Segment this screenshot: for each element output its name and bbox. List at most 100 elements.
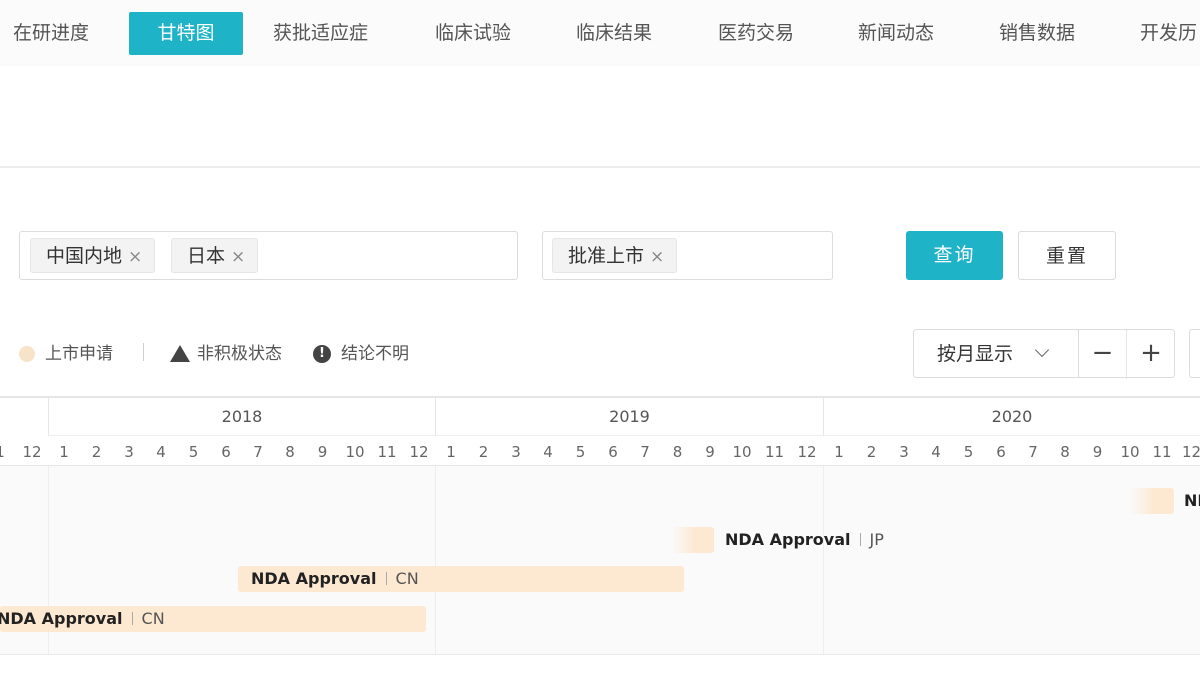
month-header: 10 xyxy=(1120,443,1140,461)
month-header: 9 xyxy=(317,443,328,461)
region-multiselect[interactable]: 中国内地 × 日本 × xyxy=(19,231,518,280)
month-header: 9 xyxy=(705,443,715,461)
gantt-bar[interactable] xyxy=(1130,488,1174,514)
month-header: 8 xyxy=(672,443,683,461)
month-header: 3 xyxy=(511,443,521,461)
status-multiselect[interactable]: 批准上市 × xyxy=(542,231,833,280)
chevron-down-icon xyxy=(1034,342,1050,358)
month-header: 1 xyxy=(446,443,456,461)
region-code: CN xyxy=(141,609,165,628)
legend-divider xyxy=(143,343,144,361)
region-chip: 日本 × xyxy=(171,238,259,275)
zoom-in-button[interactable]: + xyxy=(1127,330,1175,379)
month-header: 12 xyxy=(409,443,429,461)
tab-news[interactable]: 新闻动态 xyxy=(858,12,934,55)
month-header: 2 xyxy=(866,443,877,461)
month-header: 4 xyxy=(931,443,941,461)
legend-label: 上市申请 xyxy=(45,344,113,364)
month-header: 9 xyxy=(1092,443,1103,461)
month-header: 5 xyxy=(963,443,974,461)
year-gridline xyxy=(823,466,824,654)
region-code: CN xyxy=(395,569,419,588)
tab-clinical-trials[interactable]: 临床试验 xyxy=(435,12,511,55)
month-header: 5 xyxy=(188,443,199,461)
zoom-out-button[interactable]: − xyxy=(1079,330,1127,379)
legend-label: 结论不明 xyxy=(341,344,409,364)
year-header: 2020 xyxy=(823,398,1200,436)
exclamation-icon: ! xyxy=(313,345,331,363)
gantt-timeline-header: 2018 2019 2020 1 12 1 2 3 4 5 6 7 8 9 10… xyxy=(0,396,1200,466)
milestone-name: NDA Approval xyxy=(0,609,123,628)
gantt-bar-label: NDA Approval JP xyxy=(725,527,884,553)
month-header: 11 xyxy=(764,443,785,461)
month-header: 11 xyxy=(377,443,397,461)
year-gridline xyxy=(435,466,436,654)
month-header: 10 xyxy=(732,443,752,461)
view-mode-label: 按月显示 xyxy=(937,343,1014,365)
chip-label: 批准上市 xyxy=(568,245,645,267)
legend-label: 非积极状态 xyxy=(197,344,282,364)
month-header: 8 xyxy=(1060,443,1070,461)
chip-remove-icon[interactable]: × xyxy=(650,240,664,275)
month-header: 2 xyxy=(478,443,489,461)
month-header: 7 xyxy=(640,443,650,461)
chip-remove-icon[interactable]: × xyxy=(231,240,245,275)
gantt-bar[interactable] xyxy=(672,527,714,553)
month-header: 2 xyxy=(91,443,102,461)
label-divider xyxy=(859,533,861,546)
month-header: 4 xyxy=(156,443,166,461)
month-header: 1 xyxy=(59,443,69,461)
month-header: 10 xyxy=(345,443,365,461)
year-header: 2018 xyxy=(48,398,435,436)
gantt-bar-label: NI xyxy=(1184,488,1200,514)
dot-icon xyxy=(19,346,35,362)
chip-label: 日本 xyxy=(187,245,226,267)
month-header: 3 xyxy=(899,443,909,461)
tab-gantt[interactable]: 甘特图 xyxy=(129,12,243,55)
region-chip: 中国内地 × xyxy=(30,238,156,275)
milestone-name: NDA Approval xyxy=(725,530,851,549)
milestone-name: NI xyxy=(1184,491,1200,510)
view-mode-select[interactable]: 按月显示 xyxy=(913,329,1078,378)
gantt-footer xyxy=(0,654,1200,675)
more-controls-button[interactable] xyxy=(1189,329,1200,378)
chip-remove-icon[interactable]: × xyxy=(128,240,142,275)
label-divider xyxy=(385,572,387,585)
month-header: 5 xyxy=(575,443,586,461)
tab-sales-data[interactable]: 销售数据 xyxy=(999,12,1075,55)
query-button[interactable]: 查询 xyxy=(906,231,1003,280)
chip-label: 中国内地 xyxy=(46,245,123,267)
label-divider xyxy=(131,612,133,625)
milestone-name: NDA Approval xyxy=(251,569,377,588)
month-header: 1 xyxy=(834,443,844,461)
month-header: 1 xyxy=(0,438,12,466)
content-spacer xyxy=(0,66,1200,166)
tab-bar: 在研进度 甘特图 获批适应症 临床试验 临床结果 医药交易 新闻动态 销售数据 … xyxy=(0,0,1200,66)
month-header: 3 xyxy=(124,443,134,461)
tab-research-progress[interactable]: 在研进度 xyxy=(13,12,89,55)
year-header: 2019 xyxy=(435,398,823,436)
month-header: 7 xyxy=(1028,443,1038,461)
month-header: 8 xyxy=(285,443,295,461)
triangle-icon xyxy=(170,345,190,362)
tab-development-history[interactable]: 开发历 xyxy=(1140,12,1197,55)
gantt-chart-area: NI NDA Approval JP NDA Approval CN NDA App… xyxy=(0,466,1200,654)
region-code: JP xyxy=(869,530,884,549)
gantt-bar-label: NDA Approval CN xyxy=(251,566,419,592)
month-header: 12 xyxy=(22,443,42,461)
tab-deals[interactable]: 医药交易 xyxy=(718,12,794,55)
month-header: 12 xyxy=(1182,443,1200,461)
reset-button[interactable]: 重置 xyxy=(1018,231,1116,280)
zoom-controls: − + xyxy=(1078,329,1175,379)
month-header: 6 xyxy=(608,443,618,461)
month-header: 6 xyxy=(221,443,231,461)
tab-approved-indications[interactable]: 获批适应症 xyxy=(273,12,368,55)
month-header: 4 xyxy=(543,443,553,461)
section-divider xyxy=(0,166,1200,168)
month-header: 11 xyxy=(1152,443,1172,461)
month-header: 12 xyxy=(797,443,817,461)
month-header: 6 xyxy=(996,443,1006,461)
gantt-bar-label: NDA Approval CN xyxy=(0,606,165,632)
month-header: 7 xyxy=(253,443,263,461)
tab-clinical-results[interactable]: 临床结果 xyxy=(576,12,652,55)
